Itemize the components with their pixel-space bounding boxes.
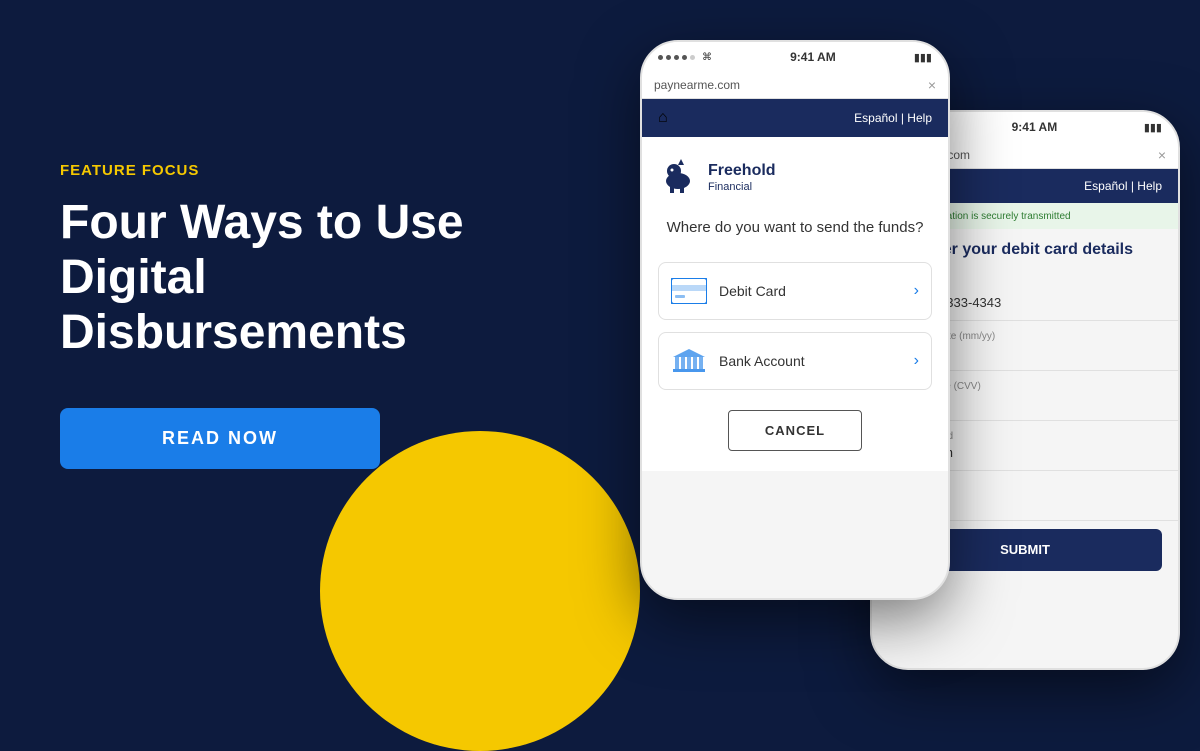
front-signal-dots: ⌘ [658,52,712,63]
phones-container: 9:41 AM ▮▮▮ paynearme.com × ⌘ Español | … [580,0,1200,631]
cancel-button[interactable]: CANCEL [728,410,862,451]
f-dot3 [674,55,679,60]
read-now-button[interactable]: READ NOW [60,408,380,469]
bank-account-arrow-icon: › [914,352,919,370]
bank-account-option[interactable]: Bank Account › [658,332,932,390]
submit-label: SUBMIT [1000,542,1050,557]
bank-account-option-left: Bank Account [671,347,805,375]
feature-focus-label: FEATURE FOCUS [60,162,560,179]
question-text: Where do you want to send the funds? [658,217,932,238]
back-time: 9:41 AM [1012,120,1058,134]
left-content: FEATURE FOCUS Four Ways to Use Digital D… [60,0,560,631]
debit-card-option[interactable]: Debit Card › [658,262,932,320]
back-close-btn[interactable]: × [1158,147,1166,163]
main-title: Four Ways to Use Digital Disbursements [60,195,560,361]
front-url-text: paynearme.com [654,78,740,92]
debit-card-arrow-icon: › [914,282,919,300]
company-name-block: Freehold Financial [708,161,776,192]
home-icon[interactable]: ⌂ [658,109,668,127]
front-time: 9:41 AM [790,50,836,64]
phone-front: ⌘ 9:41 AM ▮▮▮ paynearme.com × ⌂ Español … [640,40,950,600]
bank-account-label: Bank Account [719,353,805,369]
back-battery-icon: ▮▮▮ [1144,121,1162,134]
front-app-nav: ⌂ Español | Help [642,99,948,137]
front-status-bar: ⌘ 9:41 AM ▮▮▮ [642,42,948,72]
front-phone-content: Freehold Financial Where do you want to … [642,137,948,471]
f-dot1 [658,55,663,60]
debit-card-icon [671,277,707,305]
front-url-bar: paynearme.com × [642,72,948,99]
debit-card-option-left: Debit Card [671,277,786,305]
front-battery-icon: ▮▮▮ [914,51,932,64]
company-header: Freehold Financial [658,157,932,197]
f-dot5 [690,55,695,60]
company-logo-icon [658,157,698,197]
front-nav-links[interactable]: Español | Help [854,111,932,125]
f-dot4 [682,55,687,60]
debit-card-label: Debit Card [719,283,786,299]
f-dot2 [666,55,671,60]
wifi-icon: ⌘ [702,52,712,63]
front-close-btn[interactable]: × [928,77,936,93]
company-name: Freehold [708,161,776,180]
back-nav-links[interactable]: Español | Help [1084,179,1162,193]
company-tagline: Financial [708,181,776,193]
bank-icon [671,347,707,375]
